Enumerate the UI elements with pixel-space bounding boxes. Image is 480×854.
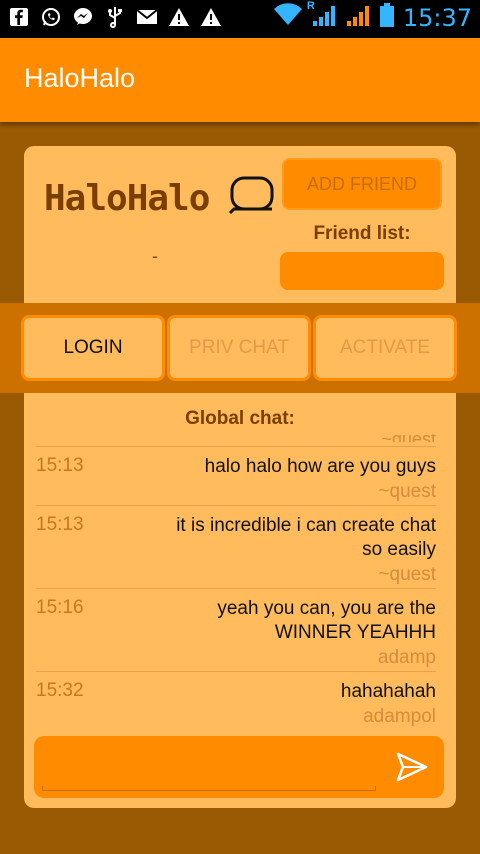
message-text: yeah you can, you are the WINNER YEAHHH: [217, 598, 436, 643]
status-clock: 15:37: [402, 3, 472, 32]
message-time: 15:13: [36, 455, 84, 476]
mail-icon: [136, 6, 158, 28]
friend-list-dropdown[interactable]: [280, 252, 444, 290]
add-friend-button[interactable]: ADD FRIEND: [282, 158, 442, 210]
app-title: HaloHalo: [24, 63, 136, 93]
message-text: it is incredible i can create chat so ea…: [176, 515, 436, 560]
signal-icon: R: [307, 0, 337, 33]
message-user: adampol: [363, 706, 436, 727]
list-item: 15:13 halo halo how are you guys ~quest: [36, 446, 436, 505]
warning-icon: [168, 6, 190, 28]
message-time: 15:16: [36, 597, 84, 618]
friend-list-label: Friend list:: [313, 223, 411, 244]
tab-bar: LOGIN PRIV CHAT ACTIVATE: [0, 303, 480, 393]
login-button[interactable]: LOGIN: [21, 315, 165, 381]
chat-bubble-icon: [230, 176, 274, 211]
message-time: 15:32: [36, 680, 84, 701]
message-text: halo halo how are you guys: [204, 456, 436, 477]
message-user: ~quest: [378, 481, 436, 502]
halohalo-logo: HaloHalo: [44, 176, 274, 216]
system-icons: R 15:37: [273, 0, 472, 33]
login-status: -: [152, 246, 158, 266]
message-time: 15:13: [36, 514, 84, 535]
message-input[interactable]: [42, 786, 376, 791]
facebook-icon: [8, 6, 30, 28]
message-user: ~quest: [378, 564, 436, 585]
chat-list[interactable]: ~quest 15:13 halo halo how are you guys …: [36, 434, 436, 730]
app-bar: HaloHalo: [0, 38, 480, 122]
message-text: hahahahah: [340, 681, 436, 702]
global-chat-label: Global chat:: [185, 408, 295, 429]
list-item: 15:32 hahahahah adampol: [36, 671, 436, 730]
priv-chat-button[interactable]: PRIV CHAT: [167, 315, 311, 381]
partial-username: ~quest: [381, 434, 436, 442]
messenger-icon: [72, 6, 94, 28]
usb-icon: [104, 6, 126, 28]
activate-button[interactable]: ACTIVATE: [313, 315, 457, 381]
chat-bubble-tail: [228, 207, 272, 215]
send-icon[interactable]: [396, 752, 428, 782]
whatsapp-icon: [40, 6, 62, 28]
list-item: 15:13 it is incredible i can create chat…: [36, 505, 436, 588]
wifi-icon: [273, 3, 303, 32]
roaming-indicator: R: [306, 0, 315, 12]
main-card: HaloHalo - ADD FRIEND Friend list: Globa…: [24, 146, 456, 808]
logo-text: HaloHalo: [44, 178, 209, 216]
battery-icon: [379, 2, 395, 33]
warning-icon: [200, 6, 222, 28]
list-item: 15:16 yeah you can, you are the WINNER Y…: [36, 588, 436, 671]
notification-icons: [8, 6, 222, 28]
message-composer: [34, 736, 444, 798]
message-user: adamp: [377, 647, 436, 668]
signal-icon: [345, 2, 371, 33]
status-bar: R 15:37: [0, 0, 480, 38]
